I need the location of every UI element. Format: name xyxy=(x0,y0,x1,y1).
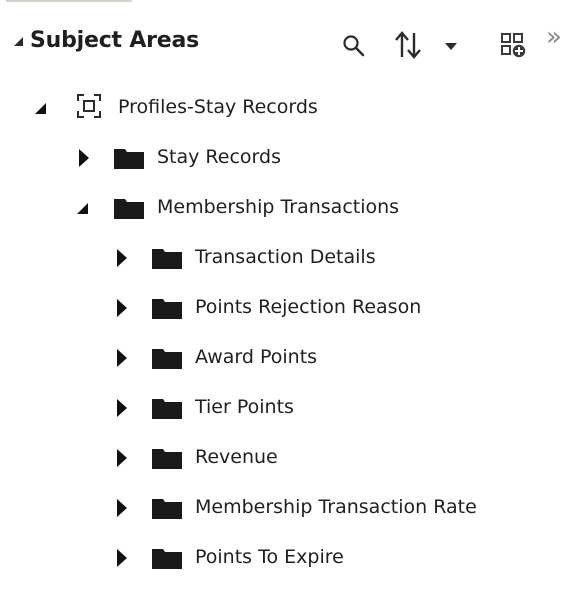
add-subject-area-icon[interactable] xyxy=(499,31,527,59)
tree-item-stay-records[interactable]: Stay Records xyxy=(0,134,576,182)
panel-title: Subject Areas xyxy=(30,28,200,53)
double-chevron-right-icon[interactable]: » xyxy=(546,24,562,50)
tree-item-label: Tier Points xyxy=(195,396,294,418)
expand-triangle-icon[interactable] xyxy=(79,149,89,167)
folder-icon xyxy=(152,299,182,319)
tree-root-label: Profiles-Stay Records xyxy=(118,96,318,118)
tree-root-row[interactable]: Profiles-Stay Records xyxy=(0,84,576,132)
expand-triangle-icon[interactable] xyxy=(117,249,127,267)
expand-triangle-icon[interactable] xyxy=(117,499,127,517)
folder-icon xyxy=(114,199,144,219)
subject-area-icon xyxy=(77,94,101,118)
tree-item-revenue[interactable]: Revenue xyxy=(0,434,576,482)
subject-areas-header: Subject Areas » xyxy=(0,16,576,76)
top-accent-line xyxy=(6,0,132,2)
collapse-triangle-icon[interactable] xyxy=(14,37,23,46)
expand-triangle-icon[interactable] xyxy=(117,349,127,367)
tree-item-membership-transactions[interactable]: Membership Transactions xyxy=(0,184,576,232)
tree-item-points-to-expire[interactable]: Points To Expire xyxy=(0,534,576,582)
search-icon[interactable] xyxy=(341,33,367,59)
folder-icon xyxy=(152,399,182,419)
folder-icon xyxy=(152,349,182,369)
expand-triangle-icon[interactable] xyxy=(35,103,46,114)
expand-triangle-icon[interactable] xyxy=(117,299,127,317)
tree-item-transaction-details[interactable]: Transaction Details xyxy=(0,234,576,282)
folder-icon xyxy=(152,549,182,569)
tree-item-label: Membership Transaction Rate xyxy=(195,496,477,518)
tree-item-label: Award Points xyxy=(195,346,318,368)
folder-icon xyxy=(152,249,182,269)
tree-item-tier-points[interactable]: Tier Points xyxy=(0,384,576,432)
expand-triangle-icon[interactable] xyxy=(117,549,127,567)
tree-item-award-points[interactable]: Award Points xyxy=(0,334,576,382)
tree-item-label: Stay Records xyxy=(157,146,281,168)
expand-triangle-icon[interactable] xyxy=(117,449,127,467)
tree-item-label: Transaction Details xyxy=(195,246,376,268)
tree-item-label: Points To Expire xyxy=(195,546,344,568)
folder-icon xyxy=(114,149,144,169)
tree-item-membership-transaction-rate[interactable]: Membership Transaction Rate xyxy=(0,484,576,532)
folder-icon xyxy=(152,499,182,519)
expand-triangle-icon[interactable] xyxy=(77,203,88,214)
expand-triangle-icon[interactable] xyxy=(117,399,127,417)
chevron-down-icon[interactable] xyxy=(445,43,457,50)
tree-item-label: Revenue xyxy=(195,446,278,468)
tree-item-label: Points Rejection Reason xyxy=(195,296,422,318)
sort-icon[interactable] xyxy=(394,30,422,60)
tree-item-points-rejection-reason[interactable]: Points Rejection Reason xyxy=(0,284,576,332)
folder-icon xyxy=(152,449,182,469)
tree-item-label: Membership Transactions xyxy=(157,196,400,218)
